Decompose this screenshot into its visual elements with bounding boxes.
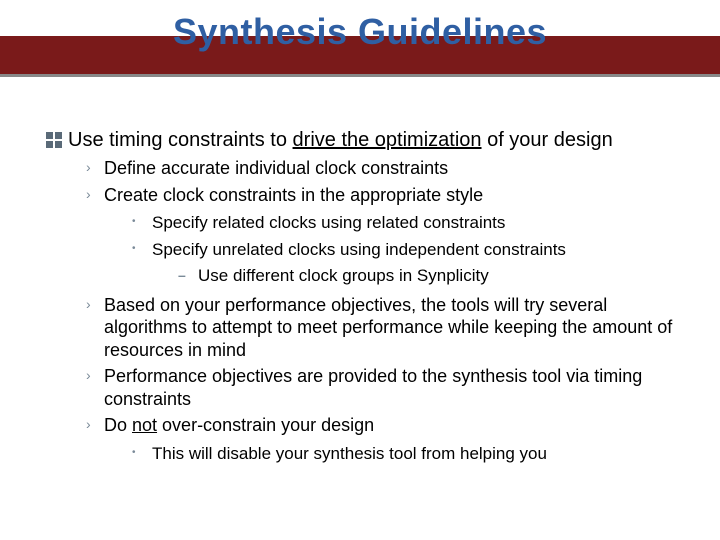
chevron-icon: › bbox=[86, 159, 96, 175]
dot-icon: • bbox=[132, 443, 140, 463]
slide-title: Synthesis Guidelines bbox=[0, 11, 720, 53]
bullet-text: Based on your performance objectives, th… bbox=[104, 294, 692, 362]
slide: Synthesis Guidelines Use timing constrai… bbox=[0, 0, 720, 540]
text-underlined: drive the optimization bbox=[293, 129, 482, 151]
bullet-text: Do not over-constrain your design bbox=[104, 414, 692, 437]
bullet-text: Create clock constraints in the appropri… bbox=[104, 184, 692, 207]
chevron-icon: › bbox=[86, 186, 96, 202]
bullet-text: Performance objectives are provided to t… bbox=[104, 365, 692, 410]
chevron-icon: › bbox=[86, 367, 96, 383]
bullet-text: Use timing constraints to drive the opti… bbox=[68, 128, 692, 153]
dash-icon: – bbox=[178, 265, 188, 285]
grid-bullet-icon bbox=[46, 132, 62, 148]
bullet-text: Specify related clocks using related con… bbox=[152, 212, 692, 233]
bullet-lv3: • Specify related clocks using related c… bbox=[132, 212, 692, 233]
chevron-icon: › bbox=[86, 416, 96, 432]
bullet-lv2: › Define accurate individual clock const… bbox=[86, 157, 692, 180]
text-part: Use timing constraints to bbox=[68, 129, 293, 151]
bullet-lv2: › Based on your performance objectives, … bbox=[86, 294, 692, 362]
bullet-lv2: › Performance objectives are provided to… bbox=[86, 365, 692, 410]
bullet-text: This will disable your synthesis tool fr… bbox=[152, 443, 692, 464]
bullet-lv2: › Create clock constraints in the approp… bbox=[86, 184, 692, 207]
bullet-text: Define accurate individual clock constra… bbox=[104, 157, 692, 180]
bullet-lv3: • This will disable your synthesis tool … bbox=[132, 443, 692, 464]
dot-icon: • bbox=[132, 239, 140, 259]
slide-body: Use timing constraints to drive the opti… bbox=[46, 128, 692, 464]
bullet-lv4: – Use different clock groups in Synplici… bbox=[178, 265, 692, 286]
bullet-lv3: • Specify unrelated clocks using indepen… bbox=[132, 239, 692, 260]
bullet-lv1: Use timing constraints to drive the opti… bbox=[46, 128, 692, 153]
dot-icon: • bbox=[132, 212, 140, 232]
text-part: of your design bbox=[482, 129, 613, 151]
text-part: Do bbox=[104, 415, 132, 435]
bullet-text: Use different clock groups in Synplicity bbox=[198, 265, 692, 286]
text-part: over-constrain your design bbox=[157, 415, 374, 435]
text-underlined: not bbox=[132, 415, 157, 435]
bullet-lv2: › Do not over-constrain your design bbox=[86, 414, 692, 437]
bullet-text: Specify unrelated clocks using independe… bbox=[152, 239, 692, 260]
chevron-icon: › bbox=[86, 296, 96, 312]
